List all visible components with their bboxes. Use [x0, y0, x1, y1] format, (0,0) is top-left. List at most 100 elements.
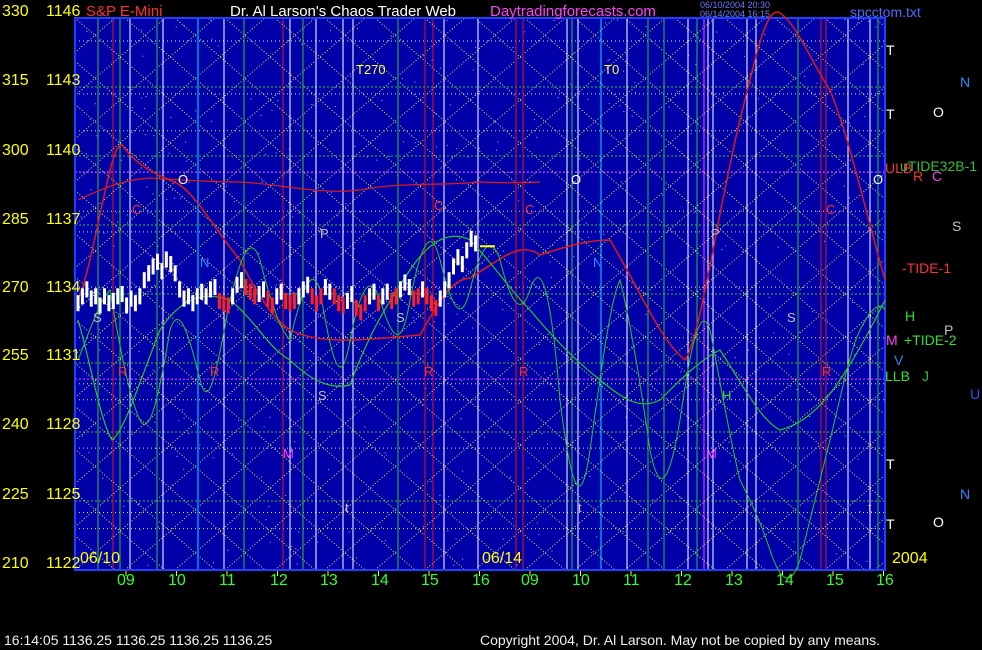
star-dot [292, 216, 294, 218]
star-dot [350, 75, 352, 77]
star-dot [376, 159, 378, 161]
star-dot [630, 424, 632, 426]
star-dot [512, 47, 514, 49]
star-dot [433, 321, 435, 323]
glyph-t-3: t [868, 500, 872, 515]
x-tick-16-a: 16 [472, 572, 490, 589]
star-dot [355, 557, 357, 559]
label-t0: T0 [604, 62, 620, 77]
glyph-s-3: S [787, 310, 796, 325]
star-dot [126, 214, 128, 216]
star-dot [462, 246, 464, 248]
y-angle-255: 255 [2, 347, 29, 364]
star-dot [261, 476, 263, 478]
star-dot [758, 98, 760, 100]
star-dot [175, 26, 177, 28]
star-dot [176, 455, 178, 457]
y-price-1125: 1125 [46, 486, 81, 503]
star-dot [147, 212, 149, 214]
star-dot [429, 291, 431, 293]
star-dot [260, 114, 262, 116]
star-dot [495, 149, 497, 151]
star-dot [763, 508, 765, 510]
star-dot [453, 564, 455, 566]
star-dot [862, 63, 864, 65]
star-dot [157, 245, 159, 247]
star-dot [132, 107, 134, 109]
star-dot [550, 382, 552, 384]
star-dot [857, 22, 859, 24]
star-dot [227, 549, 229, 551]
filename-label: spcctom.txt [850, 4, 921, 20]
diagonal-gridline [975, 18, 982, 570]
star-dot [98, 329, 100, 331]
star-dot [422, 526, 424, 528]
copyright-text: Copyright 2004, Dr. Al Larson. May not b… [480, 632, 881, 648]
star-dot [809, 416, 811, 418]
star-dot [792, 247, 794, 249]
glyph-t-2: t [578, 500, 582, 515]
star-dot [414, 321, 416, 323]
glyph-p-2: P [711, 226, 720, 241]
quote-line: 16:14:05 1136.25 1136.25 1136.25 1136.25 [4, 632, 273, 648]
star-dot [354, 145, 356, 147]
glyph-r-2: R [424, 364, 434, 379]
star-dot [275, 284, 277, 286]
star-dot [116, 221, 118, 223]
star-dot [98, 349, 100, 351]
star-dot [103, 232, 105, 234]
star-dot [210, 19, 212, 21]
star-dot [510, 476, 512, 478]
star-dot [275, 152, 277, 154]
y-angle-285: 285 [2, 211, 29, 228]
star-dot [384, 540, 386, 542]
star-dot [747, 349, 749, 351]
star-dot [553, 19, 555, 21]
instrument-label: S&P E-Mini [86, 3, 163, 20]
star-dot [269, 541, 271, 543]
diagonal-gridline [925, 18, 982, 570]
star-dot [631, 346, 633, 348]
star-dot [295, 548, 297, 550]
star-dot [431, 226, 433, 228]
star-dot [224, 434, 226, 436]
star-dot [751, 430, 753, 432]
glyph-n-2: N [593, 255, 603, 270]
star-dot [211, 38, 213, 40]
star-dot [734, 357, 736, 359]
y-price-1143: 1143 [46, 72, 81, 89]
star-dot [742, 251, 744, 253]
star-dot [587, 98, 589, 100]
star-dot [563, 239, 565, 241]
star-dot [662, 194, 664, 196]
diagonal-gridline [975, 18, 982, 570]
star-dot [301, 43, 303, 45]
star-dot [238, 419, 240, 421]
star-dot [213, 562, 215, 564]
star-dot [212, 457, 214, 459]
star-dot [340, 299, 342, 301]
star-dot [423, 55, 425, 57]
star-dot [725, 245, 727, 247]
x-tick-13-a: 13 [320, 572, 338, 589]
star-dot [435, 113, 437, 115]
star-dot [525, 331, 527, 333]
label-t270: T270 [356, 62, 386, 77]
star-dot [152, 193, 154, 195]
date-marker-0610: 06/10 [80, 550, 121, 567]
x-tick-12-b: 12 [674, 572, 692, 589]
star-dot [239, 360, 241, 362]
star-dot [363, 240, 365, 242]
star-dot [354, 406, 356, 408]
glyph-o-3: O [873, 172, 884, 187]
star-dot [685, 528, 687, 530]
star-dot [293, 441, 295, 443]
y-angle-210: 210 [2, 555, 29, 572]
star-dot [199, 444, 201, 446]
x-tick-12-a: 12 [270, 572, 288, 589]
star-dot [298, 531, 300, 533]
star-dot [456, 313, 458, 315]
x-tick-16-b: 16 [876, 572, 894, 589]
right-label-t-4: T [886, 516, 895, 532]
star-dot [596, 536, 598, 538]
